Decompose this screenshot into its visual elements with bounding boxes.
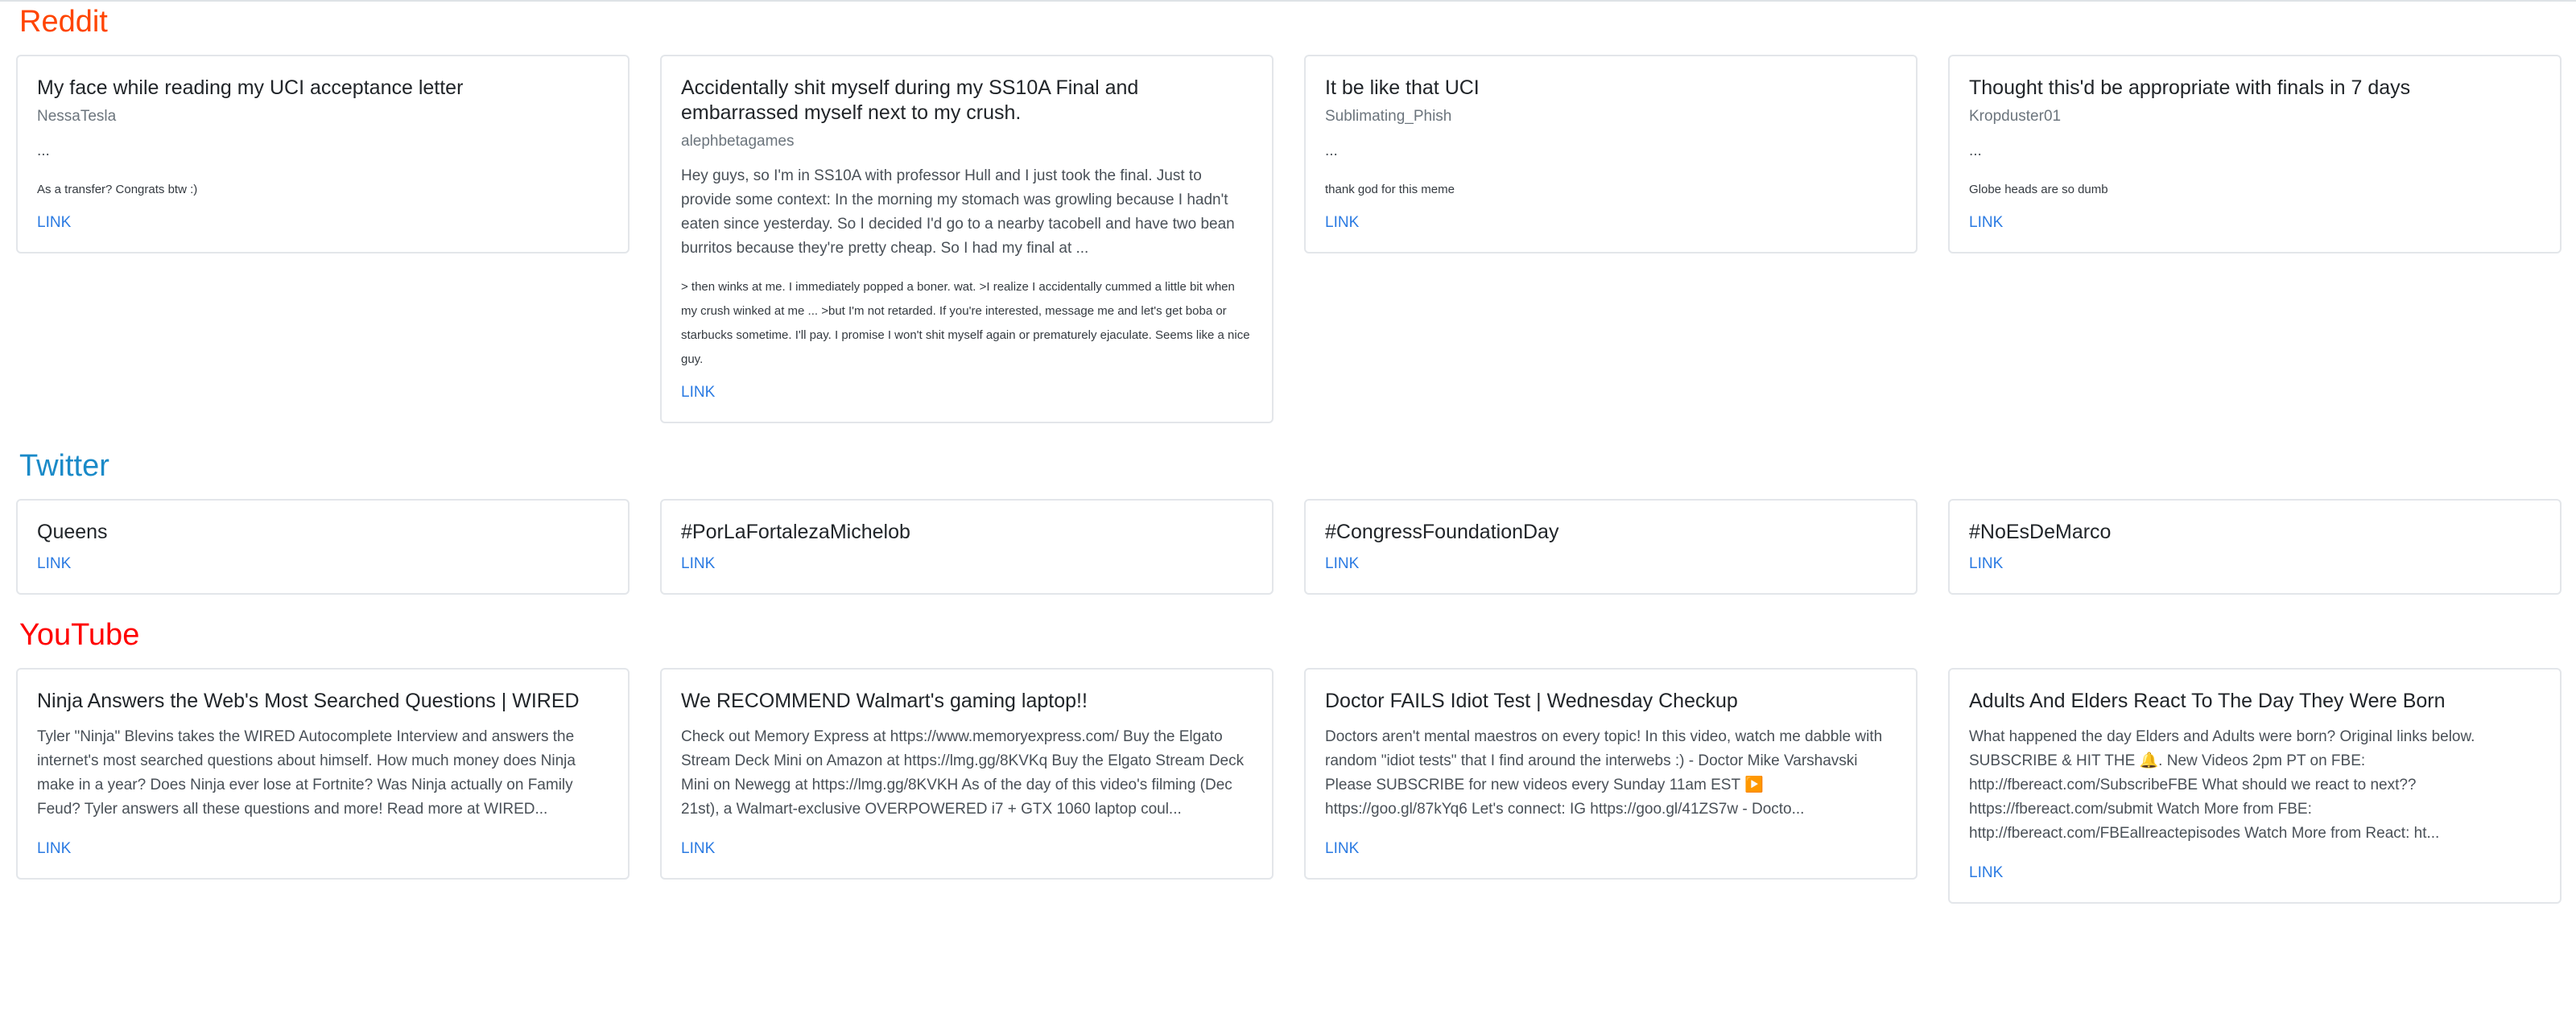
trend-link[interactable]: LINK [1969,554,2003,574]
post-title: It be like that UCI [1325,76,1480,99]
trend-title: #CongressFoundationDay [1325,521,1559,543]
trend-title: Queens [37,521,108,543]
twitter-trend-card: #NoEsDeMarco LINK [1948,499,2562,595]
post-title: Thought this'd be appropriate with final… [1969,76,2411,99]
post-body: Hey guys, so I'm in SS10A with professor… [681,167,1235,257]
reddit-section-title: Reddit [19,5,108,39]
video-description: Doctors aren't mental maestros on every … [1325,728,1883,818]
video-title: Adults And Elders React To The Day They … [1969,690,2446,712]
video-title: We RECOMMEND Walmart's gaming laptop!! [681,690,1088,712]
post-body: ... [1325,142,1338,159]
youtube-section-title: YouTube [19,618,140,652]
reddit-card: Accidentally shit myself during my SS10A… [660,55,1274,423]
youtube-video-card: Doctor FAILS Idiot Test | Wednesday Chec… [1304,668,1918,880]
post-link[interactable]: LINK [1325,213,1359,233]
twitter-section-title: Twitter [19,449,109,483]
video-title: Doctor FAILS Idiot Test | Wednesday Chec… [1325,690,1738,712]
post-body: ... [37,142,50,159]
youtube-video-card: Ninja Answers the Web's Most Searched Qu… [16,668,630,880]
twitter-trend-card: #PorLaFortalezaMichelob LINK [660,499,1274,595]
post-author: Sublimating_Phish [1325,108,1452,125]
youtube-video-card: Adults And Elders React To The Day They … [1948,668,2562,904]
trend-link[interactable]: LINK [1325,554,1359,574]
video-title: Ninja Answers the Web's Most Searched Qu… [37,690,580,712]
video-description: What happened the day Elders and Adults … [1969,728,2475,842]
top-border [0,0,2576,2]
trend-title: #NoEsDeMarco [1969,521,2112,543]
post-author: alephbetagames [681,133,795,150]
trend-title: #PorLaFortalezaMichelob [681,521,910,543]
top-comment: As a transfer? Congrats btw :) [37,183,198,196]
top-comment: Globe heads are so dumb [1969,183,2108,196]
reddit-card: Thought this'd be appropriate with final… [1948,55,2562,253]
post-title: My face while reading my UCI acceptance … [37,76,464,99]
post-link[interactable]: LINK [681,383,715,402]
post-body: ... [1969,142,1982,159]
video-link[interactable]: LINK [37,839,71,859]
post-link[interactable]: LINK [1969,213,2003,233]
twitter-trend-card: Queens LINK [16,499,630,595]
video-link[interactable]: LINK [1969,863,2003,883]
post-author: Kropduster01 [1969,108,2062,125]
post-title: Accidentally shit myself during my SS10A… [681,76,1139,124]
post-link[interactable]: LINK [37,213,71,233]
trend-link[interactable]: LINK [681,554,715,574]
top-comment: > then winks at me. I immediately popped… [681,280,1250,366]
top-comment: thank god for this meme [1325,183,1455,196]
video-link[interactable]: LINK [681,839,715,859]
youtube-video-card: We RECOMMEND Walmart's gaming laptop!! C… [660,668,1274,880]
video-description: Check out Memory Express at https://www.… [681,728,1245,818]
reddit-card: My face while reading my UCI acceptance … [16,55,630,253]
trend-link[interactable]: LINK [37,554,71,574]
video-description: Tyler "Ninja" Blevins takes the WIRED Au… [37,728,576,818]
reddit-card: It be like that UCI Sublimating_Phish ..… [1304,55,1918,253]
video-link[interactable]: LINK [1325,839,1359,859]
post-author: NessaTesla [37,108,117,125]
twitter-trend-card: #CongressFoundationDay LINK [1304,499,1918,595]
